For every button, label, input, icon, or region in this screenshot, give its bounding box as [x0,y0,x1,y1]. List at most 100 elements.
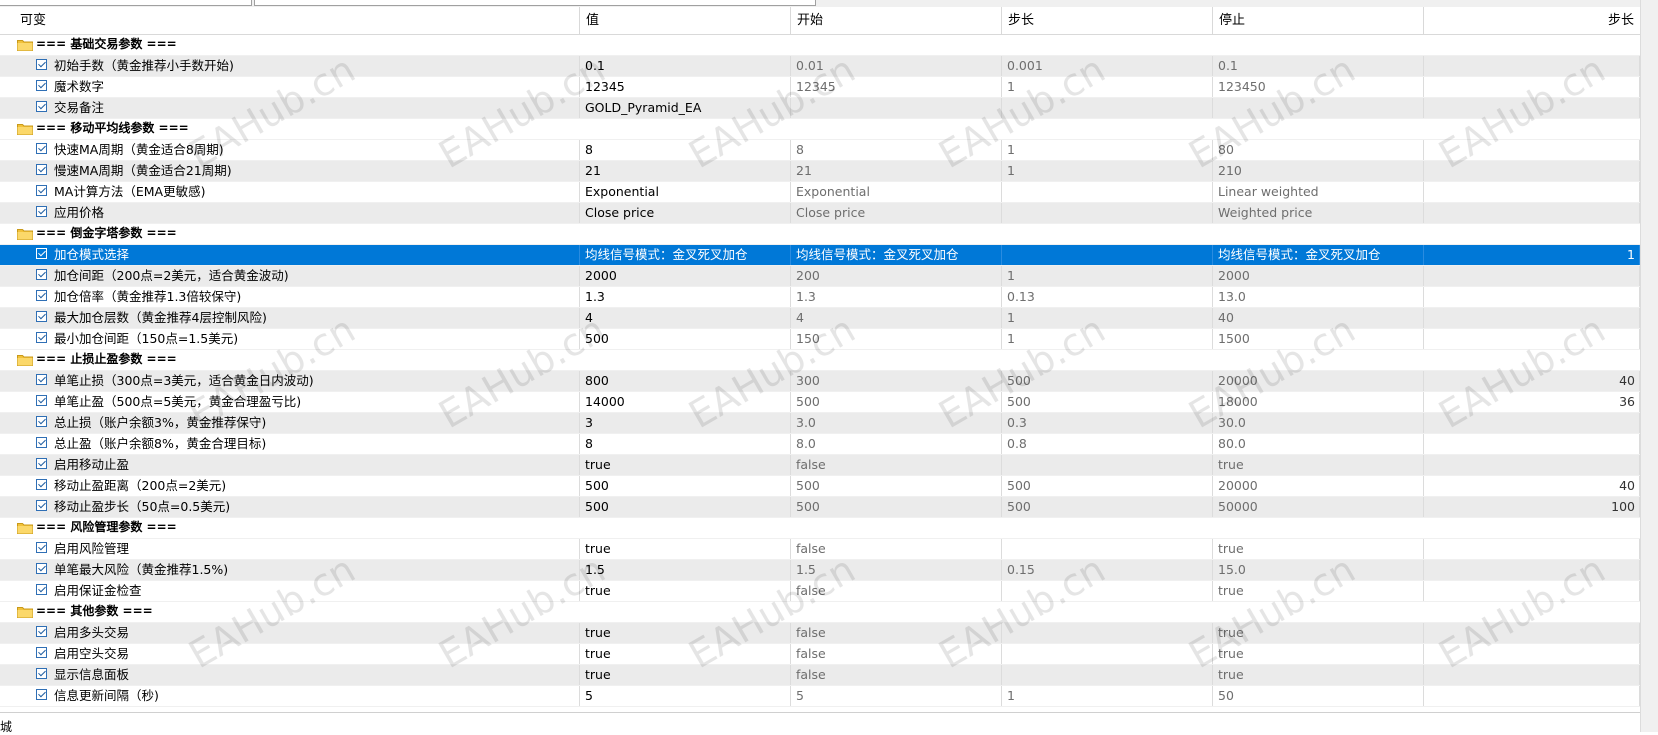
start-cell[interactable]: 300 [791,371,1002,391]
value-cell[interactable]: 8 [580,140,791,160]
optimize-checkbox[interactable] [36,185,47,196]
optimize-checkbox[interactable] [36,80,47,91]
parameter-row[interactable]: 应用价格 Close price Close price Weighted price [0,203,1640,224]
step-cell[interactable] [1002,203,1213,223]
parameter-row[interactable]: 交易备注 GOLD_Pyramid_EA [0,98,1640,119]
period-select[interactable] [254,0,816,6]
step-cell[interactable] [1002,455,1213,475]
step-cell[interactable] [1002,623,1213,643]
step-cell[interactable]: 1 [1002,329,1213,349]
stop-cell[interactable]: 2000 [1213,266,1424,286]
optimize-checkbox[interactable] [36,479,47,490]
stop-cell[interactable]: true [1213,644,1424,664]
value-cell[interactable]: 1.5 [580,560,791,580]
stop-cell[interactable]: true [1213,665,1424,685]
stop-cell[interactable]: true [1213,455,1424,475]
step-cell[interactable] [1002,644,1213,664]
group-row[interactable]: === 基础交易参数 === [0,35,1640,56]
value-cell[interactable]: 5 [580,686,791,706]
parameter-row[interactable]: 启用移动止盈 true false true [0,455,1640,476]
optimize-checkbox[interactable] [36,416,47,427]
start-cell[interactable]: false [791,581,1002,601]
parameter-row[interactable]: 慢速MA周期（黄金适合21周期) 21 21 1 210 [0,161,1640,182]
start-cell[interactable]: 12345 [791,77,1002,97]
step-cell[interactable] [1002,581,1213,601]
stop-cell[interactable]: 80.0 [1213,434,1424,454]
optimize-checkbox[interactable] [36,563,47,574]
step-cell[interactable]: 1 [1002,686,1213,706]
stop-cell[interactable]: 123450 [1213,77,1424,97]
value-cell[interactable]: 800 [580,371,791,391]
step-cell[interactable] [1002,665,1213,685]
value-cell[interactable]: 500 [580,329,791,349]
step-cell[interactable] [1002,539,1213,559]
step-cell[interactable]: 1 [1002,140,1213,160]
step-cell[interactable]: 0.15 [1002,560,1213,580]
stop-cell[interactable]: 13.0 [1213,287,1424,307]
parameter-row[interactable]: 加仓倍率（黄金推荐1.3倍较保守) 1.3 1.3 0.13 13.0 [0,287,1640,308]
optimize-checkbox[interactable] [36,311,47,322]
parameter-row[interactable]: 最小加仓间距（150点=1.5美元) 500 150 1 1500 [0,329,1640,350]
parameter-row[interactable]: 启用空头交易 true false true [0,644,1640,665]
start-cell[interactable]: 500 [791,392,1002,412]
optimize-checkbox[interactable] [36,269,47,280]
stop-cell[interactable]: true [1213,623,1424,643]
optimize-checkbox[interactable] [36,206,47,217]
stop-cell[interactable]: 15.0 [1213,560,1424,580]
column-header-stop[interactable]: 停止 [1213,7,1424,34]
optimize-checkbox[interactable] [36,689,47,700]
start-cell[interactable]: false [791,665,1002,685]
start-cell[interactable]: 均线信号模式：金叉死叉加仓 [791,245,1002,265]
group-row[interactable]: === 其他参数 === [0,602,1640,623]
stop-cell[interactable]: 1500 [1213,329,1424,349]
start-cell[interactable]: false [791,455,1002,475]
value-cell[interactable]: 3 [580,413,791,433]
optimize-checkbox[interactable] [36,374,47,385]
column-header-value[interactable]: 值 [580,7,791,34]
value-cell[interactable]: 1.3 [580,287,791,307]
column-header-name[interactable]: 可变 [14,7,580,34]
optimize-checkbox[interactable] [36,668,47,679]
step-cell[interactable] [1002,245,1213,265]
value-cell[interactable]: true [580,623,791,643]
stop-cell[interactable]: 18000 [1213,392,1424,412]
start-cell[interactable]: 500 [791,476,1002,496]
parameter-row[interactable]: 单笔最大风险（黄金推荐1.5%) 1.5 1.5 0.15 15.0 [0,560,1640,581]
optimize-checkbox[interactable] [36,584,47,595]
optimize-checkbox[interactable] [36,500,47,511]
parameter-row[interactable]: 单笔止盈（500点=5美元，黄金合理盈亏比) 14000 500 500 18000 36 [0,392,1640,413]
value-cell[interactable]: 500 [580,476,791,496]
value-cell[interactable]: 均线信号模式：金叉死叉加仓 [580,245,791,265]
stop-cell[interactable]: true [1213,581,1424,601]
start-cell[interactable]: 8 [791,140,1002,160]
parameter-row[interactable]: MA计算方法（EMA更敏感) Exponential Exponential Line… [0,182,1640,203]
start-cell[interactable]: Close price [791,203,1002,223]
value-cell[interactable]: true [580,581,791,601]
stop-cell[interactable]: 80 [1213,140,1424,160]
parameter-row[interactable]: 信息更新间隔（秒) 5 5 1 50 [0,686,1640,707]
step-cell[interactable] [1002,98,1213,118]
group-row[interactable]: === 倒金字塔参数 === [0,224,1640,245]
optimize-checkbox[interactable] [36,542,47,553]
value-cell[interactable]: 14000 [580,392,791,412]
group-row[interactable]: === 止损止盈参数 === [0,350,1640,371]
step-cell[interactable] [1002,182,1213,202]
value-cell[interactable]: 21 [580,161,791,181]
parameter-row[interactable]: 总止损（账户余额3%，黄金推荐保守) 3 3.0 0.3 30.0 [0,413,1640,434]
parameter-row[interactable]: 启用多头交易 true false true [0,623,1640,644]
start-cell[interactable]: 3.0 [791,413,1002,433]
start-cell[interactable]: false [791,623,1002,643]
step-cell[interactable]: 500 [1002,476,1213,496]
parameter-row[interactable]: 加仓模式选择 均线信号模式：金叉死叉加仓 均线信号模式：金叉死叉加仓 均线信号模式：金… [0,245,1640,266]
start-cell[interactable]: 1.5 [791,560,1002,580]
value-cell[interactable]: 12345 [580,77,791,97]
parameter-row[interactable]: 移动止盈距离（200点=2美元) 500 500 500 20000 40 [0,476,1640,497]
column-header-step2[interactable]: 步长 [1424,7,1640,34]
parameter-row[interactable]: 加仓间距（200点=2美元，适合黄金波动) 2000 200 1 2000 [0,266,1640,287]
step-cell[interactable]: 1 [1002,77,1213,97]
step-cell[interactable]: 1 [1002,266,1213,286]
start-cell[interactable]: 150 [791,329,1002,349]
step-cell[interactable]: 1 [1002,161,1213,181]
optimize-checkbox[interactable] [36,647,47,658]
stop-cell[interactable]: 50000 [1213,497,1424,517]
